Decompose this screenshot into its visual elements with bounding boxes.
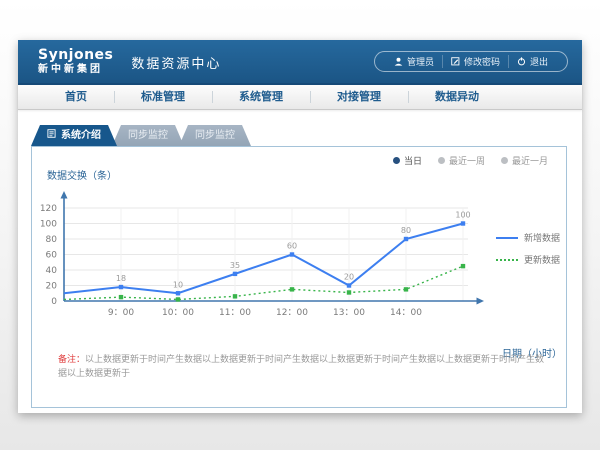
svg-text:13：00: 13：00 [333, 308, 365, 318]
range-option-last-month[interactable]: 最近一月 [501, 154, 548, 167]
main-nav: 首页 标准管理 系统管理 对接管理 数据异动 [18, 85, 582, 110]
radio-icon [501, 157, 508, 164]
edit-icon [451, 57, 460, 66]
svg-text:11：00: 11：00 [219, 308, 251, 318]
nav-item-standard-mgmt[interactable]: 标准管理 [114, 85, 212, 109]
header: Synjones 新中新集团 数据资源中心 管理员 修改密码 退出 [18, 40, 582, 85]
legend-item-updated-data: 更新数据 [496, 253, 560, 266]
svg-text:10：00: 10：00 [162, 308, 194, 318]
svg-text:100: 100 [455, 211, 470, 220]
svg-text:9：00: 9：00 [108, 308, 134, 318]
footnote-prefix: 备注： [58, 355, 85, 365]
svg-text:120: 120 [40, 204, 57, 214]
svg-text:18: 18 [116, 274, 126, 283]
radio-selected-icon [393, 157, 400, 164]
y-axis-title: 数据交换（条） [47, 167, 117, 182]
tab-sync-monitor-2[interactable]: 同步监控 [179, 125, 251, 146]
exchange-line-chart: 0 20 40 60 80 100 120 9：00 10：00 11：00 12：00 13：00 1… [32, 189, 564, 337]
radio-icon [438, 157, 445, 164]
tab-system-intro[interactable]: 系统介绍 [31, 125, 117, 146]
logo-secondary: 新中新集团 [38, 65, 113, 75]
svg-text:35: 35 [230, 261, 240, 270]
logo: Synjones 新中新集团 [38, 48, 113, 75]
nav-item-system-mgmt[interactable]: 系统管理 [212, 85, 310, 109]
svg-text:60: 60 [46, 251, 58, 261]
admin-user[interactable]: 管理员 [386, 55, 442, 68]
app-window: Synjones 新中新集团 数据资源中心 管理员 修改密码 退出 [18, 40, 582, 413]
svg-text:80: 80 [401, 226, 411, 235]
footnote-text: 以上数据更新于时间产生数据以上数据更新于时间产生数据以上数据更新于时间产生数据以… [58, 355, 544, 379]
dotted-line-icon [496, 259, 518, 261]
svg-text:14：00: 14：00 [390, 308, 422, 318]
svg-text:0: 0 [51, 297, 57, 307]
svg-text:80: 80 [46, 235, 58, 245]
legend-item-new-data: 新增数据 [496, 231, 560, 244]
logo-primary: Synjones [38, 48, 113, 62]
svg-text:100: 100 [40, 220, 57, 230]
svg-text:12：00: 12：00 [276, 308, 308, 318]
footnote: 备注：以上数据更新于时间产生数据以上数据更新于时间产生数据以上数据更新于时间产生… [58, 354, 548, 381]
power-icon [517, 57, 526, 66]
svg-text:10: 10 [173, 280, 183, 289]
tab-sync-monitor-1[interactable]: 同步监控 [112, 125, 184, 146]
time-range-group: 当日 最近一周 最近一月 [393, 154, 548, 167]
page-title: 数据资源中心 [131, 53, 221, 72]
svg-text:40: 40 [46, 266, 58, 276]
svg-text:60: 60 [287, 242, 297, 251]
document-icon [47, 125, 56, 147]
range-option-today[interactable]: 当日 [393, 154, 422, 167]
solid-line-icon [496, 237, 518, 239]
user-menu: 管理员 修改密码 退出 [374, 51, 568, 72]
svg-text:20: 20 [46, 282, 58, 292]
chart-legend: 新增数据 更新数据 [496, 231, 560, 275]
person-icon [394, 57, 403, 66]
logout-button[interactable]: 退出 [508, 55, 556, 68]
exchange-chart-svg: 0 20 40 60 80 100 120 9：00 10：00 11：00 12：00 13：00 1… [32, 189, 564, 337]
tab-bar: 系统介绍 同步监控 同步监控 [31, 125, 582, 146]
nav-item-data-change[interactable]: 数据异动 [408, 85, 506, 109]
svg-text:20: 20 [344, 273, 354, 282]
nav-item-home[interactable]: 首页 [38, 85, 114, 109]
chart-panel: 当日 最近一周 最近一月 数据交换（条） 0 20 40 60 80 100 120 9：00… [31, 146, 567, 408]
range-option-last-week[interactable]: 最近一周 [438, 154, 485, 167]
change-password-button[interactable]: 修改密码 [442, 55, 508, 68]
nav-item-interface-mgmt[interactable]: 对接管理 [310, 85, 408, 109]
